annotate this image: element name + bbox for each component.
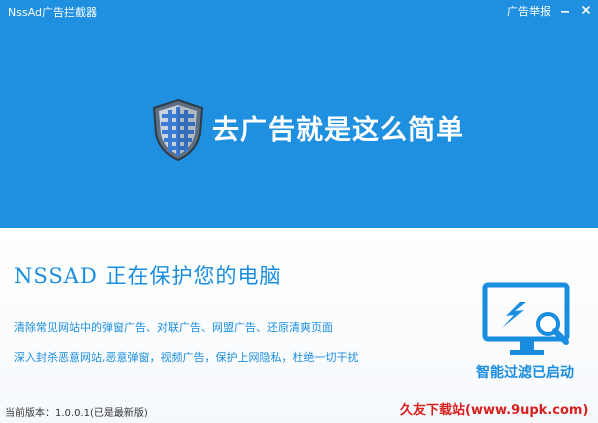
protection-status-title: NSSAD 正在保护您的电脑 [14, 264, 282, 288]
main-content: NSSAD 正在保护您的电脑 清除常见网站中的弹窗广告、对联广告、网盟广告、还原… [0, 228, 598, 423]
header-banner: NssAd广告拦截器 广告举报 去广告就是这么简单 [0, 0, 598, 228]
hero-slogan: 去广告就是这么简单 [212, 115, 464, 146]
filter-status-label: 智能过滤已启动 [476, 365, 574, 381]
version-label: 当前版本： [5, 408, 55, 419]
close-icon[interactable] [577, 2, 595, 18]
app-title: NssAd广告拦截器 [8, 6, 98, 19]
shield-icon [152, 98, 204, 162]
report-ad-link[interactable]: 广告举报 [507, 3, 551, 19]
feature-description: 深入封杀恶意网站,恶意弹窗，视频广告，保护上网隐私，杜绝一切干扰 [14, 351, 359, 364]
minimize-icon[interactable] [556, 2, 574, 18]
monitor-search-icon [482, 282, 570, 355]
title-bar: NssAd广告拦截器 广告举报 [0, 0, 598, 22]
version-value: 1.0.0.1(已是最新版) [55, 408, 148, 419]
site-watermark: 久友下载站(www.9upk.com) [400, 403, 589, 418]
feature-description: 清除常见网站中的弹窗广告、对联广告、网盟广告、还原清爽页面 [14, 321, 333, 334]
